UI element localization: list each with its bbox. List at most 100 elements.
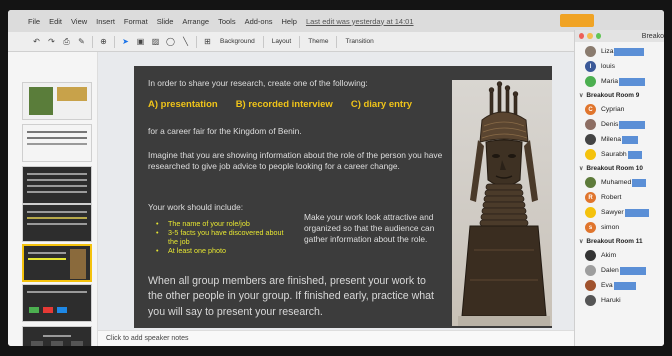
participant-row[interactable]: s simon xyxy=(585,220,664,235)
participant-avatar xyxy=(585,149,596,160)
participant-row[interactable]: Dalen xyxy=(585,263,664,278)
participant-row[interactable]: Muhamed xyxy=(585,175,664,190)
bullet-item: 3-5 facts you have discovered about the … xyxy=(156,228,286,246)
minimize-window-icon[interactable] xyxy=(587,33,593,39)
menu-help[interactable]: Help xyxy=(282,17,297,26)
maximize-window-icon[interactable] xyxy=(595,33,601,39)
participant-row[interactable]: Sawyer xyxy=(585,205,664,220)
slide-intro-text[interactable]: In order to share your research, create … xyxy=(148,78,448,89)
slide-bullet-list[interactable]: The name of your role/job 3-5 facts you … xyxy=(156,219,286,255)
participant-row[interactable]: Milena xyxy=(585,132,664,147)
slide-filmstrip[interactable] xyxy=(8,52,98,346)
last-edit-link[interactable]: Last edit was yesterday at 14:01 xyxy=(306,17,414,26)
toolbar-divider xyxy=(196,35,197,48)
slide-thumbnail[interactable] xyxy=(22,326,92,346)
participant-name: Haruki xyxy=(601,297,621,304)
breakout-room-header[interactable]: ∨ Breakout Room 11 xyxy=(579,235,664,248)
slide-career-fair-text[interactable]: for a career fair for the Kingdom of Ben… xyxy=(148,126,448,137)
participant-row[interactable]: C Cyprian xyxy=(585,102,664,117)
shape-icon[interactable]: ◯ xyxy=(166,36,175,48)
layout-button[interactable]: Layout xyxy=(270,38,294,45)
participant-row[interactable]: Akim xyxy=(585,248,664,263)
slide-thumbnail[interactable] xyxy=(22,124,92,162)
transition-button[interactable]: Transition xyxy=(343,38,375,45)
close-window-icon[interactable] xyxy=(579,33,585,39)
chevron-down-icon[interactable]: ∨ xyxy=(579,165,583,172)
menu-addons[interactable]: Add-ons xyxy=(245,17,273,26)
participant-row[interactable]: l louis xyxy=(585,59,664,74)
slide-thumbnail-selected[interactable] xyxy=(22,244,92,282)
undo-icon[interactable]: ↶ xyxy=(32,36,41,48)
participant-avatar xyxy=(585,76,596,87)
menu-format[interactable]: Format xyxy=(124,17,148,26)
slide-finished-text[interactable]: When all group members are finished, pre… xyxy=(148,274,438,320)
zoom-icon[interactable]: ⊕ xyxy=(99,36,108,48)
benin-bronze-bust-image[interactable] xyxy=(452,80,552,326)
participant-row[interactable]: Eva xyxy=(585,278,664,293)
breakout-room-header[interactable]: ∨ Breakout Room 9 xyxy=(579,89,664,102)
menu-tools[interactable]: Tools xyxy=(218,17,236,26)
participant-name: Liza xyxy=(601,48,614,55)
participant-row[interactable]: Denis xyxy=(585,117,664,132)
paint-format-icon[interactable]: ✎ xyxy=(77,36,86,48)
menu-view[interactable]: View xyxy=(71,17,87,26)
chevron-down-icon[interactable]: ∨ xyxy=(579,238,583,245)
participant-row[interactable]: Liza xyxy=(585,44,664,59)
thumbnail-photo-image xyxy=(57,87,87,101)
line-icon[interactable]: ╲ xyxy=(181,36,190,48)
menu-edit[interactable]: Edit xyxy=(49,17,62,26)
participant-name: Cyprian xyxy=(601,106,625,113)
image-icon[interactable]: ▨ xyxy=(151,36,160,48)
breakout-titlebar: Breako xyxy=(575,30,664,42)
slide-thumbnail[interactable] xyxy=(22,82,92,120)
theme-button[interactable]: Theme xyxy=(306,38,330,45)
select-cursor-icon[interactable]: ➤ xyxy=(121,36,130,48)
redacted-surname xyxy=(619,120,646,129)
slide-imagine-text[interactable]: Imagine that you are showing information… xyxy=(148,150,448,172)
slide-thumbnail[interactable] xyxy=(22,166,92,204)
menu-arrange[interactable]: Arrange xyxy=(182,17,209,26)
participant-name: louis xyxy=(601,63,615,70)
participant-avatar xyxy=(585,295,596,306)
participant-row[interactable]: Haruki xyxy=(585,293,664,308)
participant-name: Eva xyxy=(601,282,613,289)
text-box-icon[interactable]: ▣ xyxy=(136,36,145,48)
participant-avatar xyxy=(585,280,596,291)
breakout-participant-list[interactable]: Liza l louis Maria ∨ Breakout Room 9 C Cyprian D… xyxy=(575,42,664,308)
slide-thumbnail[interactable] xyxy=(22,204,92,242)
slide-thumbnail[interactable] xyxy=(22,284,92,322)
speaker-notes[interactable]: Click to add speaker notes xyxy=(98,330,574,346)
thumbnail-map-image xyxy=(29,87,53,115)
toolbar: ↶ ↷ ⎙ ✎ ⊕ ➤ ▣ ▨ ◯ ╲ ⊞ Background Layout … xyxy=(8,32,664,52)
print-icon[interactable]: ⎙ xyxy=(62,36,71,48)
slide-canvas[interactable]: In order to share your research, create … xyxy=(98,52,574,330)
participant-row[interactable]: Saurabh xyxy=(585,147,664,162)
slide-attractive-text[interactable]: Make your work look attractive and organ… xyxy=(304,212,444,245)
background-button[interactable]: Background xyxy=(218,38,257,45)
participant-row[interactable]: Maria xyxy=(585,74,664,89)
participant-avatar xyxy=(585,265,596,276)
participant-row[interactable]: R Robert xyxy=(585,190,664,205)
breakout-rooms-panel[interactable]: Breako Liza l louis Maria ∨ Breakout Room 9CC… xyxy=(574,30,664,346)
redo-icon[interactable]: ↷ xyxy=(47,36,56,48)
chevron-down-icon[interactable]: ∨ xyxy=(579,92,583,99)
participant-avatar xyxy=(585,177,596,188)
participant-name: Dalen xyxy=(601,267,619,274)
participant-name: Muhamed xyxy=(601,179,632,186)
menu-insert[interactable]: Insert xyxy=(96,17,115,26)
slide-include-heading[interactable]: Your work should include: xyxy=(148,202,308,213)
bullet-item: At least one photo xyxy=(156,246,286,255)
redacted-surname xyxy=(614,47,645,56)
participant-avatar: R xyxy=(585,192,596,203)
slide-options-row[interactable]: A) presentation B) recorded interview C)… xyxy=(148,99,412,110)
toolbar-divider xyxy=(114,35,115,48)
participant-name: Robert xyxy=(601,194,622,201)
present-button[interactable] xyxy=(560,14,594,27)
menu-slide[interactable]: Slide xyxy=(157,17,174,26)
redacted-surname xyxy=(619,77,645,86)
menu-file[interactable]: File xyxy=(28,17,40,26)
new-comment-icon[interactable]: ⊞ xyxy=(203,36,212,48)
redacted-surname xyxy=(632,178,647,187)
current-slide[interactable]: In order to share your research, create … xyxy=(134,66,552,328)
breakout-room-header[interactable]: ∨ Breakout Room 10 xyxy=(579,162,664,175)
